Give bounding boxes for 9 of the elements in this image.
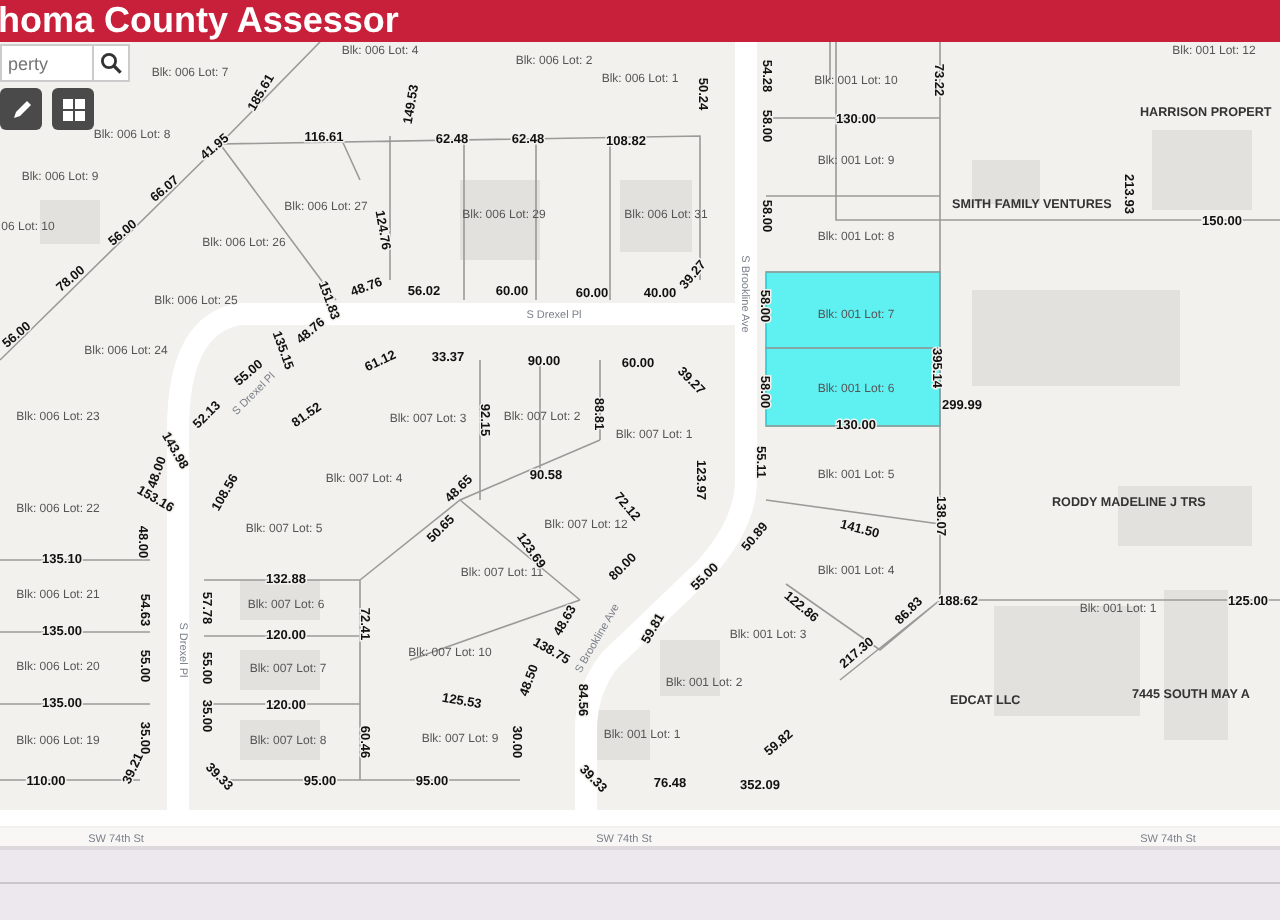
search-field[interactable]: perty bbox=[0, 44, 92, 82]
grid-icon bbox=[61, 97, 85, 121]
selected-parcel-highlight[interactable] bbox=[765, 347, 941, 427]
search-icon bbox=[100, 52, 122, 74]
app-title: homa County Assessor bbox=[0, 0, 399, 42]
layers-grid-button[interactable] bbox=[52, 88, 94, 130]
pencil-icon bbox=[9, 97, 33, 121]
search-button[interactable] bbox=[92, 44, 130, 82]
draw-tool-button[interactable] bbox=[0, 88, 42, 130]
